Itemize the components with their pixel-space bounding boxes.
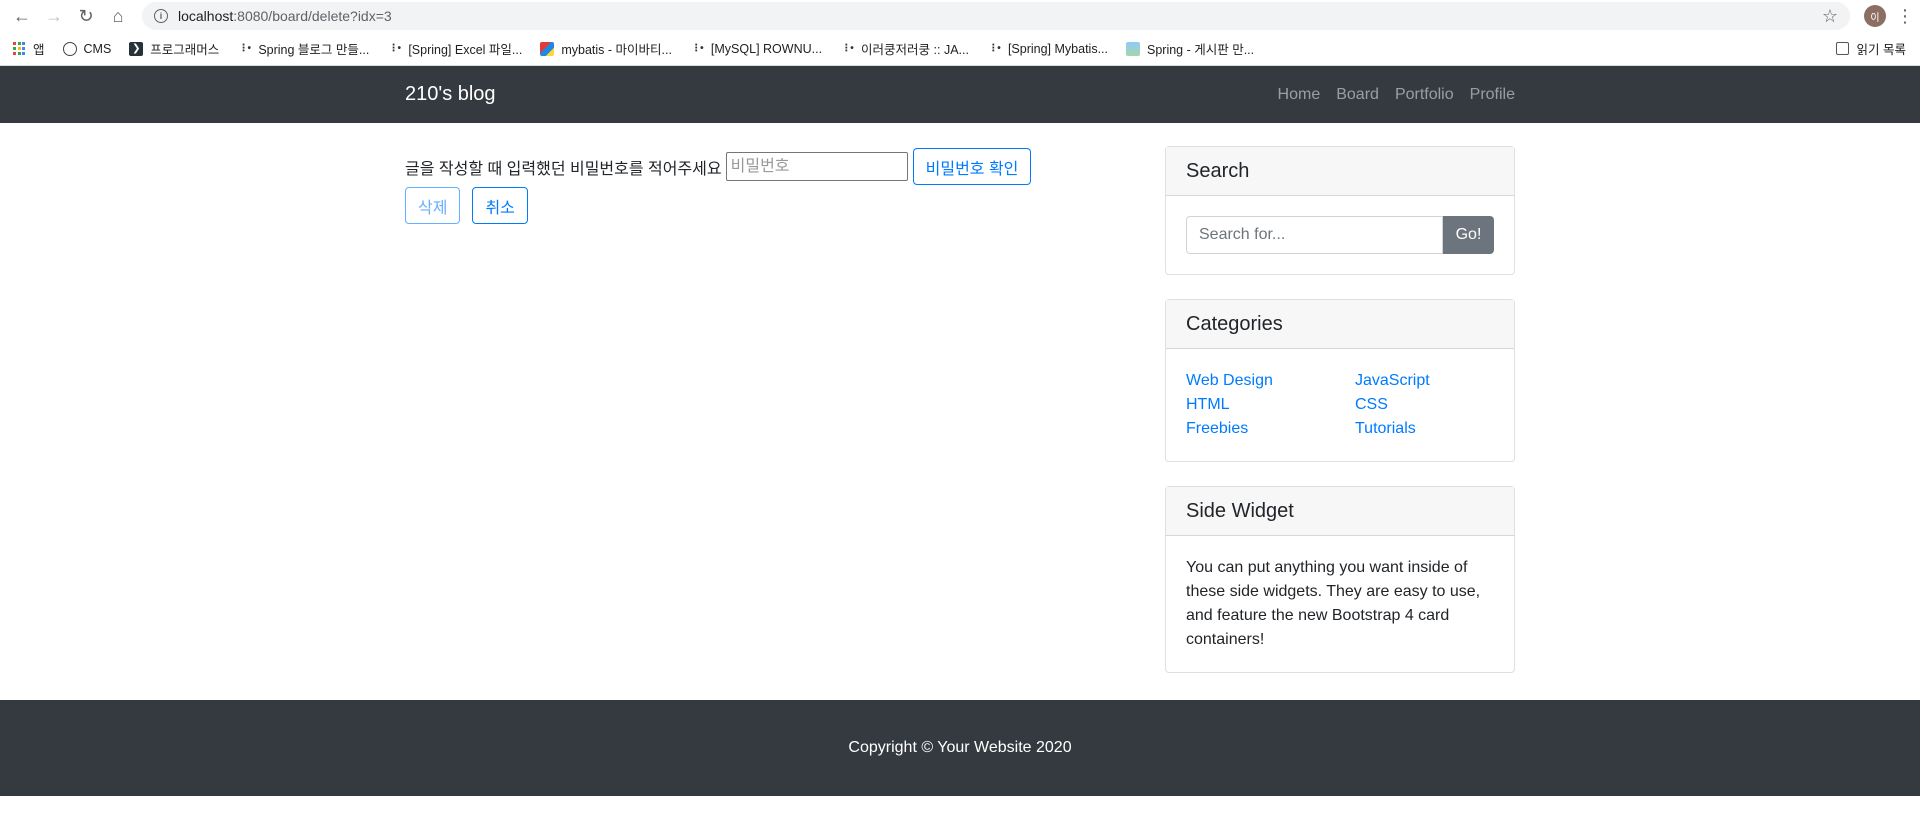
- nav-link-board[interactable]: Board: [1336, 86, 1379, 104]
- cancel-button[interactable]: 취소: [472, 187, 528, 224]
- bookmark-cms[interactable]: CMS: [62, 41, 112, 56]
- bookmark-item[interactable]: ⋮• [Spring] Excel 파일...: [387, 39, 523, 58]
- bookmark-label: 프로그래머스: [150, 43, 220, 57]
- url-path: :8080/board/delete?idx=3: [233, 8, 392, 24]
- avatar[interactable]: 이: [1864, 5, 1886, 27]
- bookmark-apps[interactable]: 앱: [12, 39, 45, 58]
- sidebar: Search Go! Categories Web Design JavaScr…: [1165, 146, 1515, 697]
- categories-card: Categories Web Design JavaScript HTML CS…: [1165, 299, 1515, 462]
- delete-form: 글을 작성할 때 입력했던 비밀번호를 적어주세요 비밀번호 확인 삭제 취소: [405, 148, 1105, 224]
- site-footer: Copyright © Your Website 2020: [0, 700, 1920, 796]
- password-prompt: 글을 작성할 때 입력했던 비밀번호를 적어주세요: [405, 160, 722, 178]
- delete-button[interactable]: 삭제: [405, 187, 461, 224]
- bookmark-label: [Spring] Mybatis...: [1007, 41, 1108, 56]
- programmers-icon: ❯: [129, 41, 144, 56]
- tistory-icon: ⋮•: [238, 43, 252, 54]
- globe-icon: [62, 41, 77, 56]
- browser-toolbar: ← → ↻ ⌂ i localhost:8080/board/delete?id…: [0, 0, 1920, 32]
- forward-icon[interactable]: →: [40, 2, 68, 30]
- side-widget-title: Side Widget: [1166, 487, 1514, 536]
- nav-links: Home Board Portfolio Profile: [1262, 86, 1515, 104]
- side-widget-card: Side Widget You can put anything you wan…: [1165, 486, 1515, 673]
- category-link-freebies[interactable]: Freebies: [1186, 417, 1355, 441]
- site-navbar: 210's blog Home Board Portfolio Profile: [0, 66, 1920, 123]
- category-link-javascript[interactable]: JavaScript: [1355, 369, 1494, 393]
- menu-kebab-icon[interactable]: ⋮: [1896, 6, 1914, 27]
- category-link-css[interactable]: CSS: [1355, 393, 1494, 417]
- home-icon[interactable]: ⌂: [104, 2, 132, 30]
- apps-icon: [12, 41, 26, 56]
- bookmark-item[interactable]: Spring - 게시판 만...: [1126, 39, 1254, 58]
- categories-card-title: Categories: [1166, 300, 1514, 349]
- info-icon[interactable]: i: [154, 9, 168, 23]
- bookmark-item[interactable]: ⋮• [Spring] Mybatis...: [987, 42, 1108, 56]
- tistory-icon: ⋮•: [691, 43, 704, 54]
- side-widget-text: You can put anything you want inside of …: [1186, 559, 1481, 648]
- back-icon[interactable]: ←: [8, 2, 36, 30]
- mybatis-icon: [540, 41, 555, 56]
- bookmark-label: [MySQL] ROWNU...: [710, 41, 823, 56]
- bookmark-item[interactable]: ⋮• Spring 블로그 만들...: [237, 39, 370, 58]
- bookmark-programmers[interactable]: ❯ 프로그래머스: [129, 39, 219, 58]
- password-confirm-button[interactable]: 비밀번호 확인: [912, 148, 1032, 185]
- category-link-html[interactable]: HTML: [1186, 393, 1355, 417]
- bookmark-label: [Spring] Excel 파일...: [408, 43, 523, 57]
- address-bar[interactable]: i localhost:8080/board/delete?idx=3 ☆: [142, 2, 1850, 30]
- tistory-icon: ⋮•: [388, 43, 402, 54]
- tistory-icon: ⋮•: [988, 43, 1001, 54]
- bookmarks-bar: 앱 CMS ❯ 프로그래머스 ⋮• Spring 블로그 만들... ⋮• [S…: [0, 32, 1920, 66]
- bookmark-label: CMS: [83, 41, 112, 56]
- bookmark-item[interactable]: ⋮• [MySQL] ROWNU...: [690, 42, 822, 56]
- bookmark-label: Spring - 게시판 만...: [1147, 43, 1255, 57]
- reading-list[interactable]: 읽기 목록: [1835, 39, 1906, 58]
- search-card-title: Search: [1166, 147, 1514, 196]
- reading-list-icon: [1835, 42, 1849, 55]
- bookmark-label: 이러쿵저러쿵 :: JA...: [861, 43, 969, 57]
- photo-icon: [1126, 41, 1140, 56]
- category-link-web-design[interactable]: Web Design: [1186, 369, 1355, 393]
- tistory-icon: ⋮•: [841, 43, 854, 54]
- reload-icon[interactable]: ↻: [72, 2, 100, 30]
- bookmark-label: 앱: [33, 43, 45, 57]
- bookmark-item[interactable]: ⋮• 이러쿵저러쿵 :: JA...: [840, 39, 969, 58]
- category-link-tutorials[interactable]: Tutorials: [1355, 417, 1494, 441]
- bookmark-label: mybatis - 마이바티...: [561, 43, 672, 57]
- url-host: localhost: [178, 8, 234, 24]
- search-go-button[interactable]: Go!: [1443, 216, 1494, 254]
- nav-link-home[interactable]: Home: [1278, 86, 1321, 104]
- footer-copyright: Copyright © Your Website 2020: [848, 739, 1072, 756]
- bookmark-label: Spring 블로그 만들...: [258, 43, 370, 57]
- bookmark-item[interactable]: mybatis - 마이바티...: [540, 39, 672, 58]
- search-input[interactable]: [1186, 216, 1443, 254]
- nav-link-profile[interactable]: Profile: [1470, 86, 1515, 104]
- password-input[interactable]: [725, 152, 908, 181]
- reading-list-label: 읽기 목록: [1856, 43, 1906, 57]
- search-card: Search Go!: [1165, 146, 1515, 275]
- site-brand[interactable]: 210's blog: [405, 83, 496, 106]
- star-icon[interactable]: ☆: [1822, 6, 1838, 27]
- page-content: 글을 작성할 때 입력했던 비밀번호를 적어주세요 비밀번호 확인 삭제 취소 …: [0, 123, 1920, 700]
- nav-link-portfolio[interactable]: Portfolio: [1395, 86, 1454, 104]
